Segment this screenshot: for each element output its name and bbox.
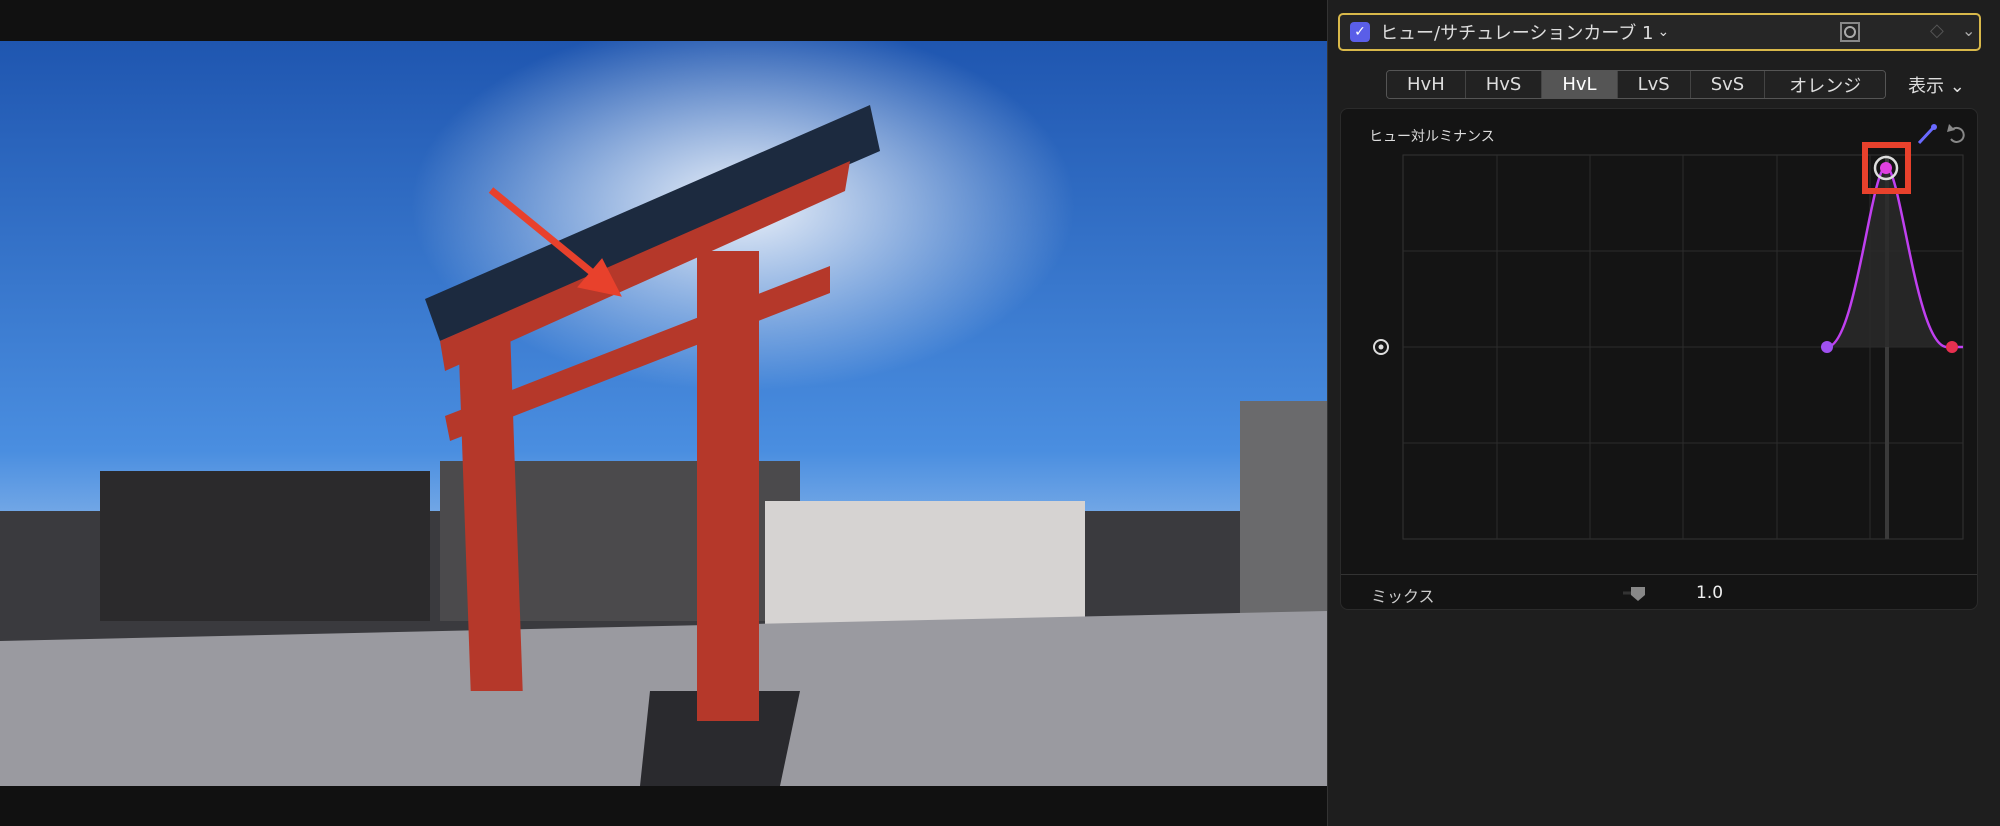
video-frame [0,41,1327,786]
mix-slider[interactable] [1623,587,1647,601]
tab-hvs[interactable]: HvS [1465,71,1543,98]
effect-enable-checkbox[interactable]: ✓ [1350,22,1370,42]
effect-header[interactable]: ✓ ヒュー/サチュレーションカーブ 1 ⌄ ◇ ⌄ [1338,13,1981,51]
tab-orange[interactable]: オレンジ [1765,71,1886,98]
chevron-down-icon[interactable]: ⌄ [1962,21,1975,40]
tab-hvl[interactable]: HvL [1542,71,1618,98]
inspector-panel: ✓ ヒュー/サチュレーションカーブ 1 ⌄ ◇ ⌄ HvH HvS HvL Lv… [1327,0,2000,826]
effect-title[interactable]: ヒュー/サチュレーションカーブ 1 [1380,19,1653,45]
chevron-down-icon[interactable]: ⌄ [1657,24,1669,40]
tab-svs[interactable]: SvS [1690,71,1766,98]
eyedropper-icon[interactable] [1917,124,1937,145]
undo-icon[interactable] [1947,124,1965,143]
control-point[interactable] [1821,341,1833,353]
video-viewer [0,0,1327,826]
show-menu-label: 表示 [1908,76,1944,97]
curve-tabs: HvH HvS HvL LvS SvS オレンジ [1386,70,1887,99]
mix-value[interactable]: 1.0 [1696,583,1723,603]
curve-panel: ヒュー対ルミナンス ミックス 1.0 [1340,108,1978,610]
tab-hvh[interactable]: HvH [1387,71,1466,98]
tab-lvs[interactable]: LvS [1617,71,1691,98]
mix-row: ミックス 1.0 [1341,574,1977,610]
mask-icon[interactable] [1840,22,1860,42]
mix-label: ミックス [1371,587,1435,606]
curve-graph[interactable] [1341,109,1979,574]
keyframe-icon[interactable]: ◇ [1930,20,1944,41]
show-menu[interactable]: 表示 ⌄ [1908,72,1965,98]
control-point[interactable] [1946,341,1958,353]
